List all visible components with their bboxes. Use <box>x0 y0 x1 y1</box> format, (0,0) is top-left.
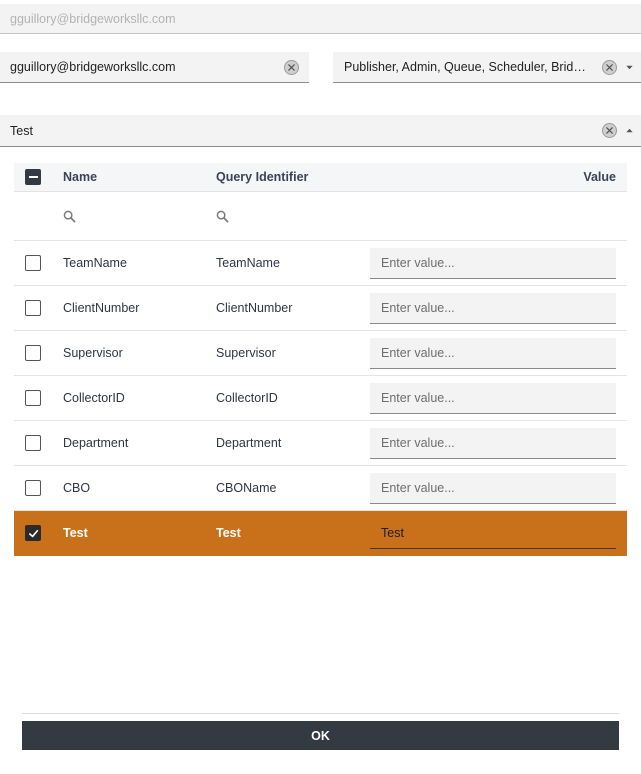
row-value-input[interactable] <box>370 472 616 504</box>
query-select-value: Test <box>10 123 33 138</box>
table-row[interactable]: ClientNumber ClientNumber <box>14 286 627 331</box>
table-row[interactable]: CollectorID CollectorID <box>14 376 627 421</box>
user-email-display: gguillory@bridgeworksllc.com <box>0 4 641 34</box>
table-row[interactable]: TeamName TeamName <box>14 241 627 286</box>
row-query-identifier: CollectorID <box>216 391 278 405</box>
row-value-input[interactable] <box>370 337 616 369</box>
user-email-display-text: gguillory@bridgeworksllc.com <box>10 11 176 26</box>
check-icon <box>28 529 38 537</box>
row-value-input[interactable] <box>370 292 616 324</box>
table-row[interactable]: Supervisor Supervisor <box>14 331 627 376</box>
row-checkbox[interactable] <box>25 390 41 406</box>
row-name: CBO <box>63 481 91 495</box>
parameters-grid: Name Query Identifier Value TeamName Tea… <box>14 163 627 556</box>
row-checkbox[interactable] <box>25 255 41 271</box>
search-icon <box>63 210 76 222</box>
roles-select-value: Publisher, Admin, Queue, Scheduler, Brid… <box>344 60 588 74</box>
grid-filter-row <box>14 192 627 241</box>
row-query-identifier: Test <box>216 526 241 540</box>
row-name: CollectorID <box>63 391 125 405</box>
footer-divider <box>22 713 619 714</box>
name-filter[interactable] <box>63 192 76 240</box>
grid-header: Name Query Identifier Value <box>14 163 627 192</box>
query-select[interactable]: Test <box>0 115 641 147</box>
row-checkbox[interactable] <box>25 435 41 451</box>
roles-select[interactable]: Publisher, Admin, Queue, Scheduler, Brid… <box>333 52 641 83</box>
ok-button[interactable]: OK <box>22 721 619 750</box>
row-name: ClientNumber <box>63 301 140 315</box>
row-checkbox-checked[interactable] <box>25 525 41 541</box>
row-checkbox[interactable] <box>25 480 41 496</box>
email-field[interactable]: gguillory@bridgeworksllc.com <box>0 52 309 83</box>
table-row[interactable]: Department Department <box>14 421 627 466</box>
search-icon <box>216 210 229 222</box>
row-name: TeamName <box>63 256 127 270</box>
email-field-value: gguillory@bridgeworksllc.com <box>10 60 176 74</box>
column-header-value[interactable]: Value <box>583 163 616 191</box>
clear-icon[interactable] <box>602 123 617 138</box>
row-checkbox[interactable] <box>25 345 41 361</box>
row-query-identifier: TeamName <box>216 256 280 270</box>
row-query-identifier: Department <box>216 436 282 450</box>
row-value-input[interactable] <box>370 247 616 279</box>
caret-down-icon[interactable] <box>623 61 635 73</box>
row-query-identifier: Supervisor <box>216 346 276 360</box>
column-header-query-identifier[interactable]: Query Identifier <box>216 163 308 191</box>
table-row[interactable]: CBO CBOName <box>14 466 627 511</box>
table-row-selected[interactable]: Test Test <box>14 511 627 556</box>
row-query-identifier: CBOName <box>216 481 277 495</box>
row-checkbox[interactable] <box>25 300 41 316</box>
row-value-input[interactable] <box>370 382 616 414</box>
select-all-cell <box>25 163 41 191</box>
row-value-input[interactable] <box>370 427 616 459</box>
row-name: Test <box>63 526 88 540</box>
select-all-checkbox[interactable] <box>25 169 41 185</box>
clear-icon[interactable] <box>602 59 617 75</box>
row-name: Department <box>63 436 129 450</box>
query-identifier-filter[interactable] <box>216 192 229 240</box>
column-header-name[interactable]: Name <box>63 163 97 191</box>
row-value-input[interactable] <box>370 517 616 549</box>
row-query-identifier: ClientNumber <box>216 301 293 315</box>
clear-icon[interactable] <box>284 59 299 75</box>
caret-up-icon[interactable] <box>623 125 635 137</box>
row-name: Supervisor <box>63 346 123 360</box>
